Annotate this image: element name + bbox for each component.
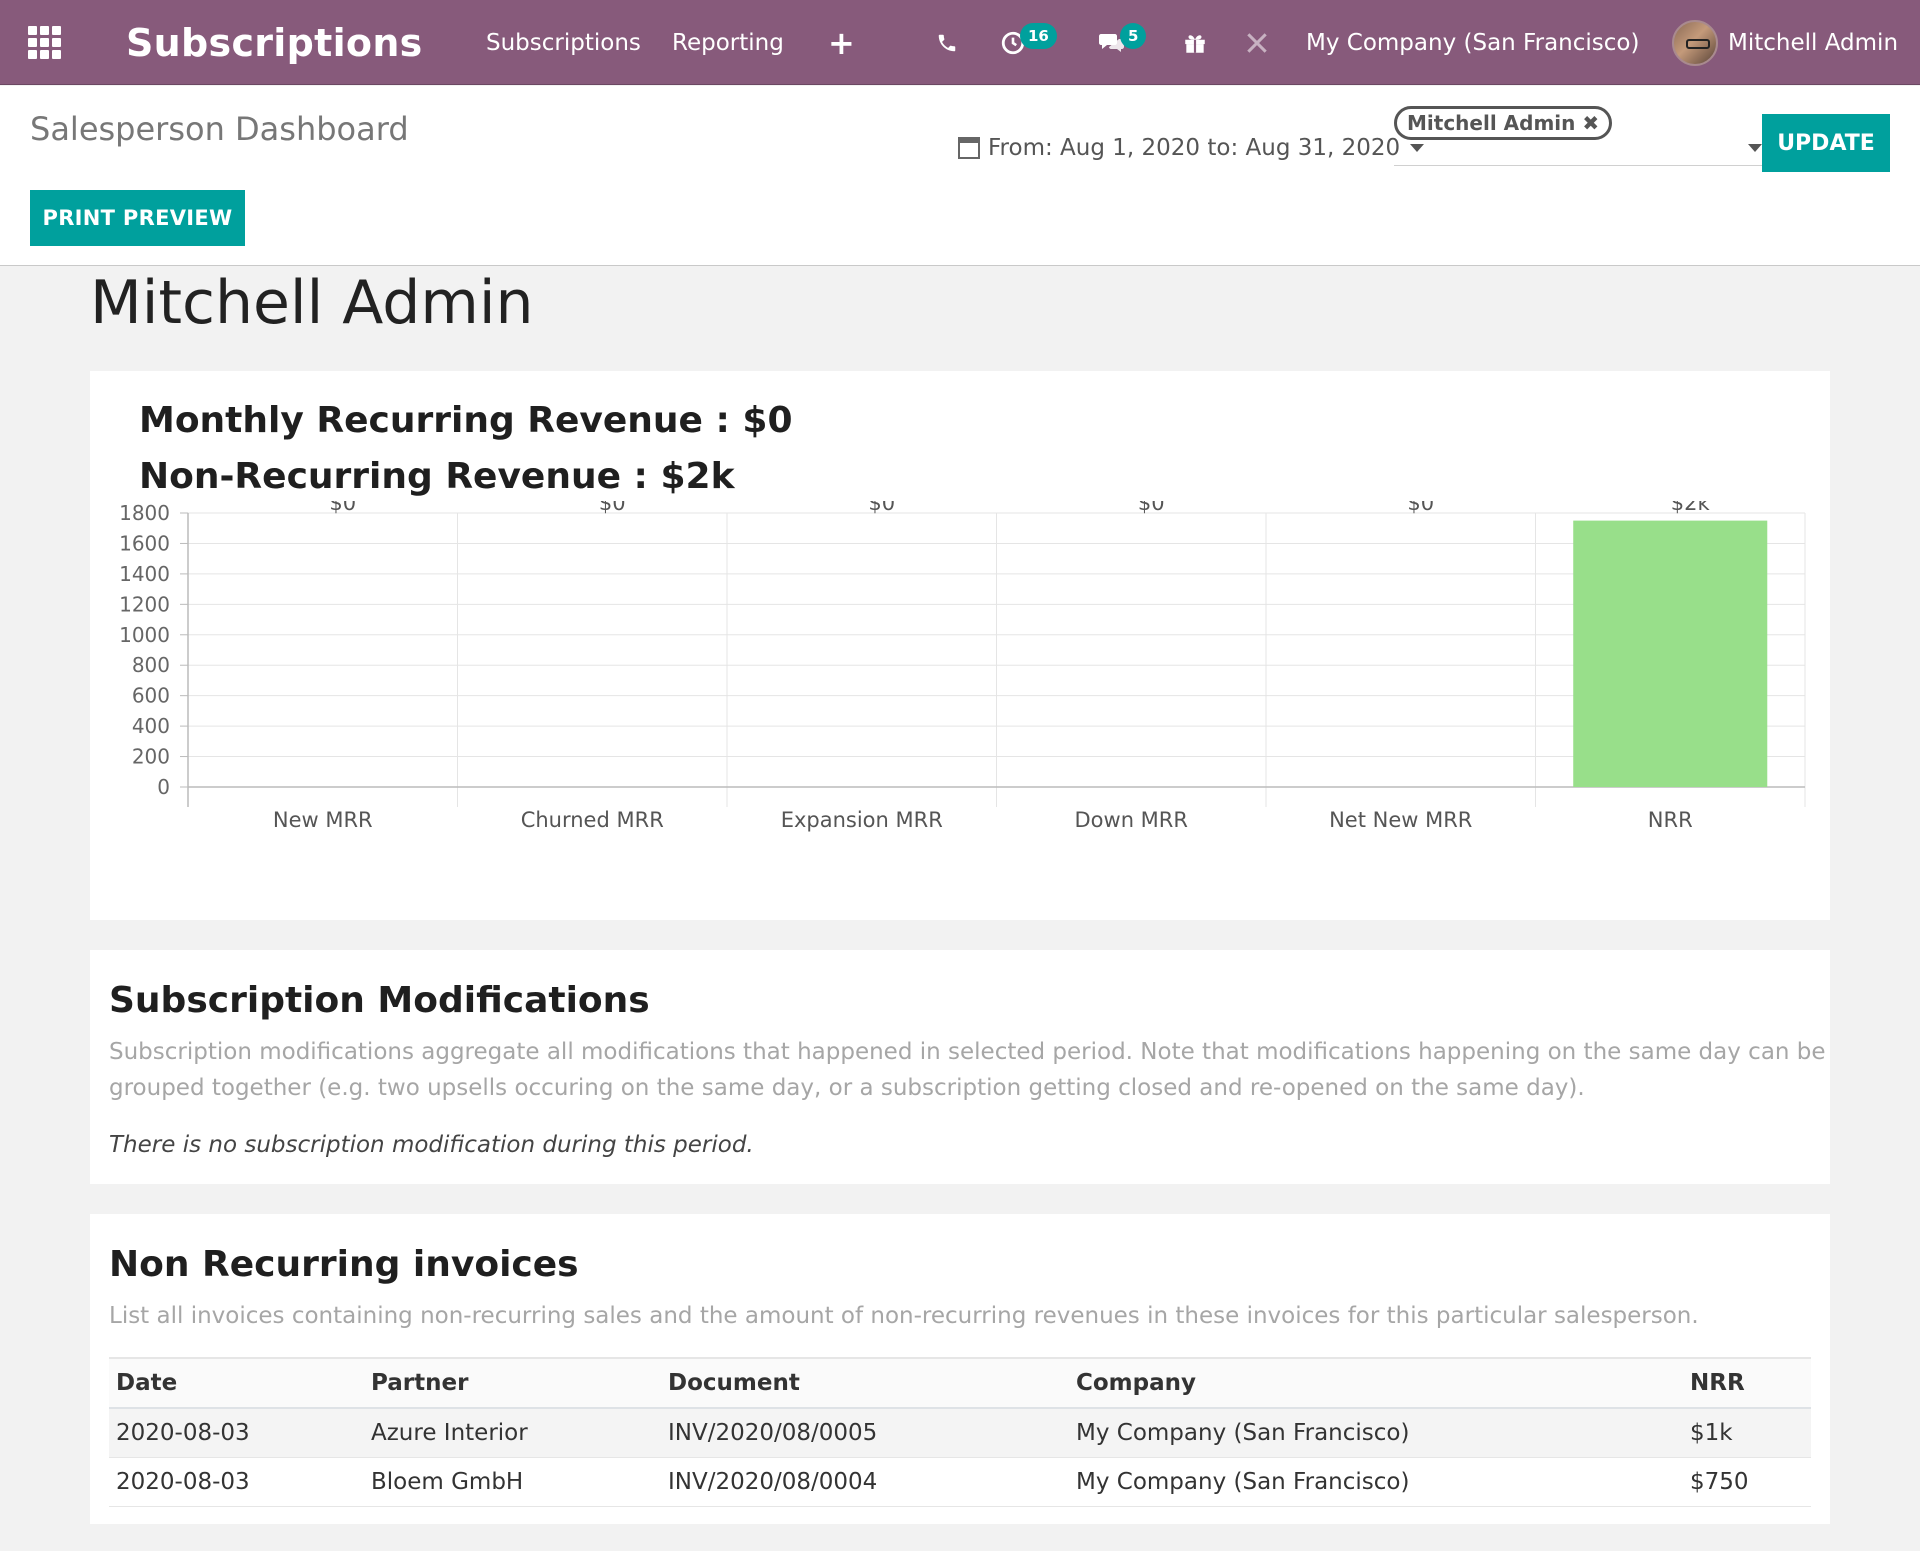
y-tick-label: 1200 (119, 592, 170, 616)
plus-icon[interactable]: + (828, 0, 855, 85)
y-tick-label: 1000 (119, 623, 170, 647)
tools-icon[interactable] (1244, 0, 1270, 85)
table-row[interactable]: 2020-08-03 Bloem GmbH INV/2020/08/0004 M… (109, 1457, 1811, 1507)
salesperson-tag-label: Mitchell Admin (1407, 111, 1576, 135)
table-row[interactable]: 2020-08-03 Azure Interior INV/2020/08/00… (109, 1408, 1811, 1458)
non-recurring-description: List all invoices containing non-recurri… (109, 1303, 1699, 1329)
data-label: $0 (1407, 501, 1434, 515)
column-company: Company (1069, 1357, 1683, 1409)
data-label: $2k (1671, 501, 1711, 515)
bar (1573, 520, 1768, 787)
column-date: Date (109, 1357, 364, 1409)
phone-icon[interactable] (936, 0, 958, 85)
x-tick-label: Down MRR (1075, 808, 1188, 832)
cell-partner: Azure Interior (364, 1408, 661, 1458)
company-switcher[interactable]: My Company (San Francisco) (1306, 0, 1639, 85)
x-tick-label: Churned MRR (521, 808, 664, 832)
x-tick-label: NRR (1648, 808, 1693, 832)
data-label: $0 (599, 501, 626, 515)
salesperson-filter[interactable]: Mitchell Admin ✖ (1394, 106, 1762, 166)
breadcrumb: Salesperson Dashboard (30, 110, 409, 148)
x-tick-label: Net New MRR (1329, 808, 1472, 832)
app-title[interactable]: Subscriptions (126, 0, 423, 85)
y-tick-label: 1600 (119, 531, 170, 555)
user-name: Mitchell Admin (1728, 29, 1899, 56)
date-range-label: From: Aug 1, 2020 to: Aug 31, 2020 (988, 135, 1401, 161)
control-panel: Salesperson Dashboard PRINT PREVIEW From… (0, 86, 1920, 266)
menu-subscriptions[interactable]: Subscriptions (486, 0, 641, 85)
activity-count-badge: 16 (1020, 23, 1057, 49)
menu-reporting[interactable]: Reporting (672, 0, 784, 85)
y-tick-label: 1800 (119, 501, 170, 525)
cell-company: My Company (San Francisco) (1069, 1457, 1683, 1507)
modifications-title: Subscription Modifications (109, 980, 650, 1021)
salesperson-tag: Mitchell Admin ✖ (1394, 106, 1613, 140)
print-preview-button[interactable]: PRINT PREVIEW (30, 190, 245, 246)
non-recurring-card: Non Recurring invoices List all invoices… (90, 1214, 1830, 1524)
avatar (1672, 19, 1718, 66)
modifications-description: Subscription modifications aggregate all… (109, 1039, 1826, 1101)
y-tick-label: 400 (132, 714, 170, 738)
revenue-card: Monthly Recurring Revenue : $0 Non-Recur… (90, 371, 1830, 920)
cell-company: My Company (San Francisco) (1069, 1408, 1683, 1458)
cell-document[interactable]: INV/2020/08/0004 (661, 1457, 1069, 1507)
y-tick-label: 1400 (119, 562, 170, 586)
cell-date: 2020-08-03 (109, 1457, 364, 1507)
y-tick-label: 0 (157, 775, 170, 799)
cell-nrr: $750 (1683, 1457, 1811, 1507)
mrr-kpi: Monthly Recurring Revenue : $0 (139, 400, 793, 441)
nrr-kpi: Non-Recurring Revenue : $2k (139, 456, 735, 497)
cell-date: 2020-08-03 (109, 1408, 364, 1458)
date-range-picker[interactable]: From: Aug 1, 2020 to: Aug 31, 2020 (958, 128, 1425, 168)
gift-icon[interactable] (1182, 0, 1208, 85)
update-button[interactable]: UPDATE (1762, 114, 1890, 172)
cell-partner: Bloem GmbH (364, 1457, 661, 1507)
top-navbar: Subscriptions Subscriptions Reporting + … (0, 0, 1920, 85)
cell-nrr: $1k (1683, 1408, 1811, 1458)
modifications-empty-message: There is no subscription modification du… (109, 1132, 754, 1158)
revenue-bar-chart: 0 200 400 600 800 1000 1200 1400 1600 1800 $0 New M… (119, 501, 1806, 832)
column-document: Document (661, 1357, 1069, 1409)
message-count-badge: 5 (1120, 23, 1147, 49)
remove-tag-icon[interactable]: ✖ (1582, 111, 1599, 135)
column-partner: Partner (364, 1357, 661, 1409)
page-title: Mitchell Admin (90, 268, 534, 338)
y-tick-label: 800 (132, 653, 170, 677)
data-label: $0 (868, 501, 895, 515)
x-tick-label: New MRR (273, 808, 373, 832)
data-label: $0 (329, 501, 356, 515)
y-tick-label: 600 (132, 684, 170, 708)
cell-document[interactable]: INV/2020/08/0005 (661, 1408, 1069, 1458)
user-menu[interactable]: Mitchell Admin (1672, 0, 1898, 85)
caret-down-icon[interactable] (1748, 144, 1762, 152)
apps-grid-icon[interactable] (28, 0, 66, 85)
invoice-table: Date Partner Document Company NRR 2020-0… (109, 1357, 1811, 1507)
calendar-icon (958, 137, 980, 159)
data-label: $0 (1138, 501, 1165, 515)
y-tick-label: 200 (132, 745, 170, 769)
table-header-row: Date Partner Document Company NRR (109, 1357, 1811, 1409)
modifications-card: Subscription Modifications Subscription … (90, 950, 1830, 1184)
x-tick-label: Expansion MRR (781, 808, 943, 832)
non-recurring-title: Non Recurring invoices (109, 1244, 579, 1285)
column-nrr: NRR (1683, 1357, 1811, 1409)
